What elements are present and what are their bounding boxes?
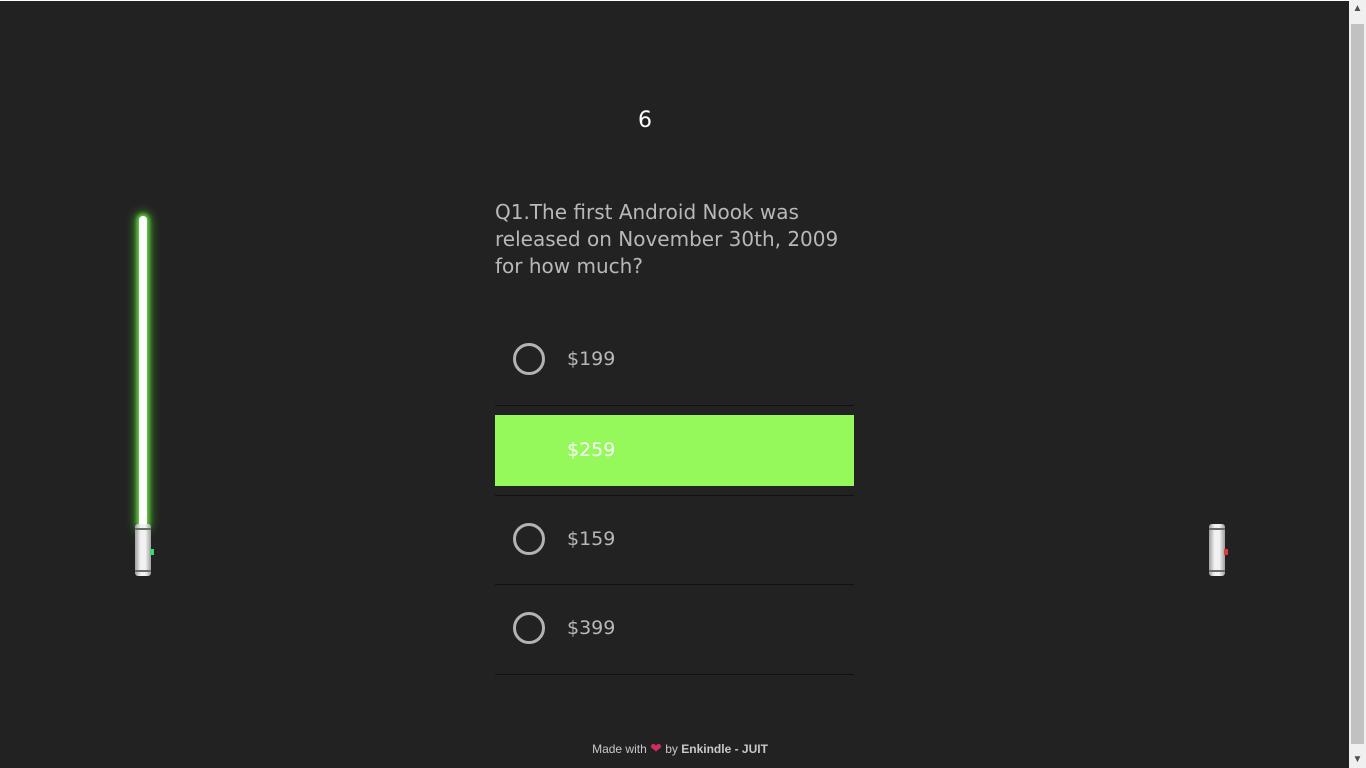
option-label: $399 <box>567 617 616 639</box>
radio-icon[interactable] <box>513 523 545 555</box>
heart-icon: ❤ <box>650 740 662 756</box>
countdown-timer: 6 <box>638 108 652 133</box>
scroll-down-icon[interactable]: ▼ <box>1349 751 1366 768</box>
hilt-button-icon <box>150 549 154 555</box>
radio-icon[interactable] <box>513 343 545 375</box>
scroll-thumb[interactable] <box>1351 24 1364 744</box>
footer-credit: Made with ❤ by Enkindle - JUIT <box>480 740 880 757</box>
right-lightsaber <box>1209 524 1229 576</box>
footer-author-link[interactable]: Enkindle - JUIT <box>681 742 768 756</box>
question-text: Q1.The first Android Nook was released o… <box>495 200 839 278</box>
left-lightsaber <box>135 216 155 576</box>
quiz-page: 6 Q1.The first Android Nook was released… <box>0 0 1366 768</box>
footer-made-with: Made with <box>592 742 647 756</box>
option-label: $259 <box>567 439 616 461</box>
option-399[interactable]: $399 <box>495 585 854 675</box>
lightsaber-hilt-icon <box>1209 524 1228 576</box>
lightsaber-hilt-icon <box>135 524 154 576</box>
option-159[interactable]: $159 <box>495 495 854 585</box>
answer-options: $199 $259 $159 $399 <box>495 316 854 675</box>
lightsaber-blade-icon <box>139 216 147 528</box>
option-199[interactable]: $199 <box>495 316 854 406</box>
radio-icon[interactable] <box>513 612 545 644</box>
top-border <box>0 0 1349 1</box>
hilt-button-icon <box>1224 549 1228 555</box>
option-label: $199 <box>567 348 616 370</box>
scroll-up-icon[interactable]: ▲ <box>1349 0 1366 17</box>
footer-by: by <box>665 742 678 756</box>
option-label: $159 <box>567 528 616 550</box>
option-259-selected[interactable]: $259 <box>495 415 854 486</box>
vertical-scrollbar[interactable]: ▲ ▼ <box>1349 0 1366 768</box>
